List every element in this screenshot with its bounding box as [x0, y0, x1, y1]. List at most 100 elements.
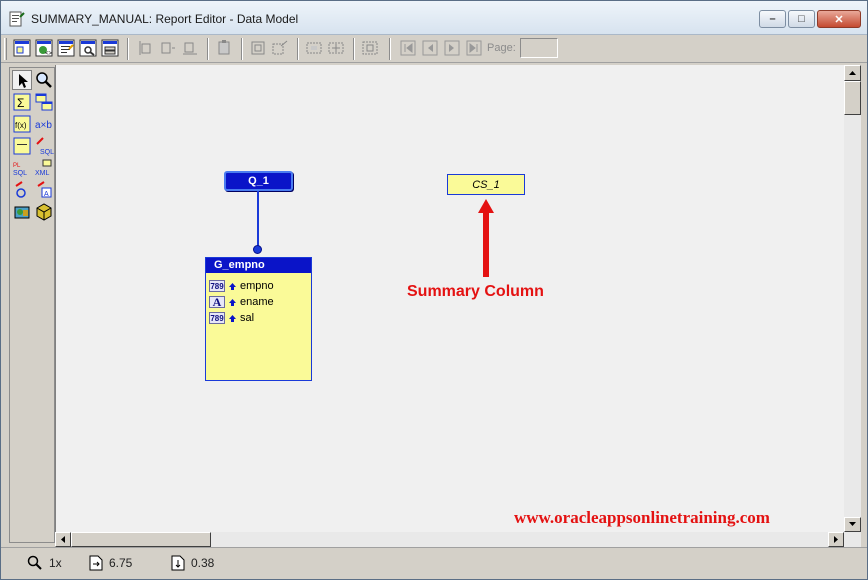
- scroll-left-button[interactable]: [55, 532, 71, 547]
- column-name: empno: [240, 280, 274, 292]
- group-object[interactable]: G_empno 789 empno A ename 789 sal: [205, 257, 312, 381]
- right-arrow-icon: [834, 536, 838, 543]
- number-type-icon: 789: [209, 280, 225, 292]
- character-type-icon: A: [209, 295, 225, 309]
- y-position-status: 0.38: [171, 554, 214, 572]
- web-source-icon[interactable]: <>: [35, 39, 53, 57]
- text-query-icon[interactable]: A: [34, 180, 54, 200]
- paper-design-icon[interactable]: [79, 39, 97, 57]
- svg-text:SQL: SQL: [40, 149, 54, 156]
- horizontal-position-icon: [89, 555, 103, 571]
- summary-column-icon[interactable]: Σ: [12, 92, 32, 112]
- column-name: ename: [240, 296, 274, 308]
- sql-query-icon[interactable]: SQL: [34, 136, 54, 156]
- link-connector[interactable]: [253, 245, 262, 254]
- next-page-icon[interactable]: [443, 39, 461, 57]
- toolbar-grip[interactable]: [4, 38, 7, 60]
- down-arrow-icon: [849, 522, 856, 526]
- toolbar-separator: [389, 38, 391, 60]
- paper-layout-icon[interactable]: [57, 39, 75, 57]
- x-position-status: 6.75: [89, 554, 132, 572]
- close-glyph: ✕: [834, 13, 844, 26]
- scroll-up-button[interactable]: [844, 65, 861, 81]
- data-model-icon[interactable]: [13, 39, 31, 57]
- stack-icon[interactable]: [215, 39, 233, 57]
- select-arrow-icon[interactable]: [12, 70, 32, 90]
- group-column[interactable]: 789 empno: [209, 279, 274, 293]
- database-icon[interactable]: [12, 202, 32, 222]
- annotation-label: Summary Column: [407, 283, 544, 300]
- main-toolbar: <>: [1, 35, 867, 63]
- object-icon[interactable]: [34, 202, 54, 222]
- formula-column-icon[interactable]: f(x): [12, 114, 32, 134]
- last-page-icon[interactable]: [465, 39, 483, 57]
- svg-text:A: A: [44, 191, 49, 198]
- break-order-up-icon: [229, 298, 236, 306]
- ref-cursor-icon[interactable]: [12, 180, 32, 200]
- align-left-icon[interactable]: [137, 39, 155, 57]
- vertical-position-icon: [171, 555, 185, 571]
- cross-product-icon[interactable]: a×b: [34, 114, 54, 134]
- minimize-button[interactable]: –: [759, 10, 786, 28]
- query-group-link: [257, 191, 259, 249]
- scroll-down-button[interactable]: [844, 517, 861, 532]
- page-label: Page:: [487, 42, 516, 54]
- break-order-up-icon: [229, 282, 236, 290]
- first-page-icon[interactable]: [399, 39, 417, 57]
- maximize-button[interactable]: □: [788, 10, 815, 28]
- y-position-value: 0.38: [191, 556, 215, 570]
- x-position-value: 6.75: [109, 556, 133, 570]
- window-title: SUMMARY_MANUAL: Report Editor - Data Mod…: [31, 12, 299, 26]
- column-name: sal: [240, 312, 255, 324]
- magnify-icon: [27, 555, 42, 570]
- toolbar-separator: [241, 38, 243, 60]
- group-column[interactable]: 789 sal: [209, 311, 254, 325]
- xml-query-icon[interactable]: XML: [34, 158, 54, 178]
- number-type-icon: 789: [209, 312, 225, 324]
- plsql-query-icon[interactable]: PL SQL: [12, 158, 32, 178]
- minimize-glyph: –: [769, 13, 776, 25]
- magnify-icon[interactable]: [34, 70, 54, 90]
- move-icon[interactable]: [327, 39, 345, 57]
- horizontal-scrollbar[interactable]: [55, 532, 844, 547]
- svg-text:f(x): f(x): [15, 121, 27, 130]
- vertical-scroll-thumb[interactable]: [844, 81, 861, 115]
- up-arrow-icon: [849, 71, 856, 75]
- scroll-right-button[interactable]: [828, 532, 844, 547]
- break-order-up-icon: [229, 314, 236, 322]
- data-model-canvas[interactable]: Q_1 G_empno 789 empno A ename 789 sal CS…: [55, 65, 844, 533]
- expand-icon[interactable]: [271, 39, 289, 57]
- svg-text:a×b: a×b: [35, 120, 52, 131]
- annotation-arrow: [478, 199, 494, 277]
- status-bar: 1x 6.75 0.38: [1, 547, 867, 577]
- summary-column-object[interactable]: CS_1: [447, 174, 525, 195]
- align-center-icon[interactable]: [159, 39, 177, 57]
- toolbar-separator: [297, 38, 299, 60]
- placeholder-column-icon[interactable]: [12, 136, 32, 156]
- select-icon[interactable]: [361, 39, 379, 57]
- parameter-form-icon[interactable]: [101, 39, 119, 57]
- close-button[interactable]: ✕: [817, 10, 861, 28]
- query-object[interactable]: Q_1: [224, 171, 293, 191]
- page-number-field[interactable]: [520, 38, 558, 58]
- data-link-icon[interactable]: [34, 92, 54, 112]
- svg-text:PL: PL: [13, 163, 21, 169]
- horizontal-scroll-thumb[interactable]: [71, 532, 211, 547]
- tool-palette: Σ f(x) a×b SQL PL SQL XML A: [9, 67, 55, 543]
- group-name: G_empno: [206, 258, 311, 273]
- toolbar-separator: [207, 38, 209, 60]
- frame-icon[interactable]: [305, 39, 323, 57]
- query-name: Q_1: [248, 175, 269, 187]
- toolbar-separator: [127, 38, 129, 60]
- svg-text:<>: <>: [45, 51, 53, 57]
- align-bottom-icon[interactable]: [181, 39, 199, 57]
- svg-text:SQL: SQL: [13, 170, 27, 177]
- toolbar-separator: [353, 38, 355, 60]
- maximize-glyph: □: [798, 13, 805, 25]
- vertical-scrollbar[interactable]: [844, 65, 861, 547]
- group-icon[interactable]: [249, 39, 267, 57]
- summary-column-name: CS_1: [472, 178, 500, 191]
- svg-text:XML: XML: [35, 170, 50, 177]
- group-column[interactable]: A ename: [209, 295, 274, 309]
- previous-page-icon[interactable]: [421, 39, 439, 57]
